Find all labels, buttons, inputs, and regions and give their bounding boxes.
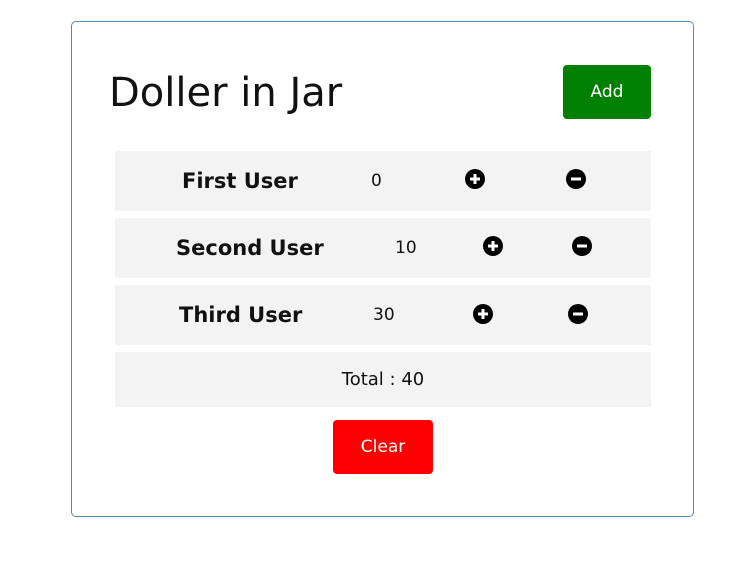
total-label: Total : xyxy=(341,369,402,390)
user-amount: 30 xyxy=(373,305,395,325)
minus-circle-icon[interactable] xyxy=(566,169,586,189)
user-amount: 10 xyxy=(395,238,417,258)
user-amount: 0 xyxy=(371,171,382,191)
user-row-second: Second User 10 xyxy=(115,218,651,278)
plus-circle-icon[interactable] xyxy=(465,169,485,189)
page-title: Doller in Jar xyxy=(109,70,343,116)
user-name: First User xyxy=(182,169,298,193)
add-button[interactable]: Add xyxy=(563,65,651,119)
user-name: Second User xyxy=(176,236,324,260)
total-row: Total : 40 xyxy=(115,352,651,407)
user-row-third: Third User 30 xyxy=(115,285,651,345)
total-value: 40 xyxy=(401,369,425,390)
plus-circle-icon[interactable] xyxy=(473,304,493,324)
clear-button[interactable]: Clear xyxy=(333,420,433,474)
minus-circle-icon[interactable] xyxy=(572,236,592,256)
plus-circle-icon[interactable] xyxy=(483,236,503,256)
jar-card: Doller in Jar Add First User 0 Second Us… xyxy=(71,21,694,517)
user-row-first: First User 0 xyxy=(115,151,651,211)
user-name: Third User xyxy=(179,303,303,327)
minus-circle-icon[interactable] xyxy=(568,304,588,324)
